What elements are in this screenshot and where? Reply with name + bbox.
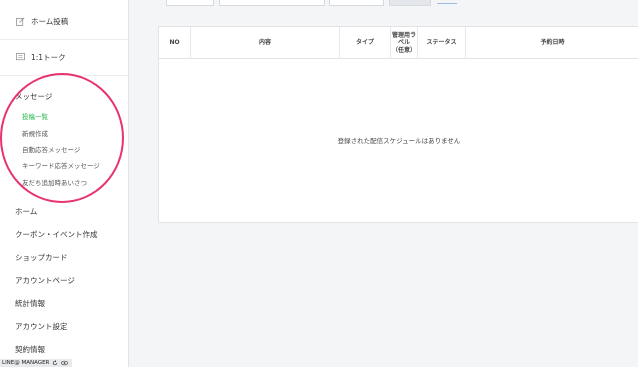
footer-label: LINE@ MANAGER (2, 360, 50, 366)
col-scheduled: 予約日時 (540, 39, 565, 47)
col-label: 管理用ラベル （任意） (391, 27, 418, 59)
sidebar-item-account-settings[interactable]: アカウント設定 (15, 321, 68, 332)
col-type: タイプ (340, 27, 391, 59)
sidebar-item-home[interactable]: ホーム (15, 206, 37, 217)
footer-bar: LINE@ MANAGER (0, 359, 72, 367)
sidebar-item-label: ホーム投稿 (31, 17, 69, 26)
sidebar-item-new[interactable]: 新規作成 (22, 128, 48, 138)
sidebar-item-contract[interactable]: 契約情報 (15, 344, 45, 355)
sidebar: ホーム投稿 1:1トーク メッセージ 投稿一覧 新規作成 自動応答メッセージ キ… (0, 0, 129, 367)
sidebar-item-talk[interactable]: 1:1トーク (0, 40, 128, 76)
col-no: NO (159, 27, 191, 59)
sidebar-item-keyword-reply[interactable]: キーワード応答メッセージ (22, 160, 100, 170)
sidebar-item-label: 1:1トーク (31, 53, 66, 62)
sidebar-item-stats[interactable]: 統計情報 (15, 298, 45, 309)
sidebar-item-shopcard[interactable]: ショップカード (15, 252, 68, 263)
sidebar-item-friend-greeting[interactable]: 友だち追加時あいさつ (22, 177, 87, 187)
sidebar-section-message[interactable]: メッセージ (15, 91, 52, 102)
schedule-table: NO 内容 タイプ 管理用ラベル （任意） ステータス 予約日時 登録された配信ス… (158, 26, 638, 223)
sidebar-item-account-page[interactable]: アカウントページ (15, 275, 75, 286)
filter-select-2[interactable] (219, 0, 325, 6)
reset-link[interactable] (437, 0, 457, 4)
refresh-icon[interactable] (52, 360, 58, 366)
chat-icon (16, 53, 25, 62)
search-button[interactable] (389, 0, 431, 6)
col-content: 内容 (191, 27, 340, 59)
sidebar-item-post-list[interactable]: 投稿一覧 (22, 111, 48, 121)
edit-icon (16, 17, 25, 26)
table-header: NO 内容 タイプ 管理用ラベル （任意） ステータス 予約日時 (159, 27, 638, 59)
filter-select-3[interactable] (329, 0, 384, 6)
sidebar-item-coupon[interactable]: クーポン・イベント作成 (15, 229, 98, 240)
sidebar-item-auto-reply[interactable]: 自動応答メッセージ (22, 144, 80, 154)
empty-message: 登録された配信スケジュールはありません (337, 137, 461, 145)
sidebar-item-home-post[interactable]: ホーム投稿 (0, 4, 128, 40)
filter-select-1[interactable] (166, 0, 214, 6)
col-status: ステータス (418, 27, 466, 59)
eye-icon[interactable] (61, 360, 69, 366)
